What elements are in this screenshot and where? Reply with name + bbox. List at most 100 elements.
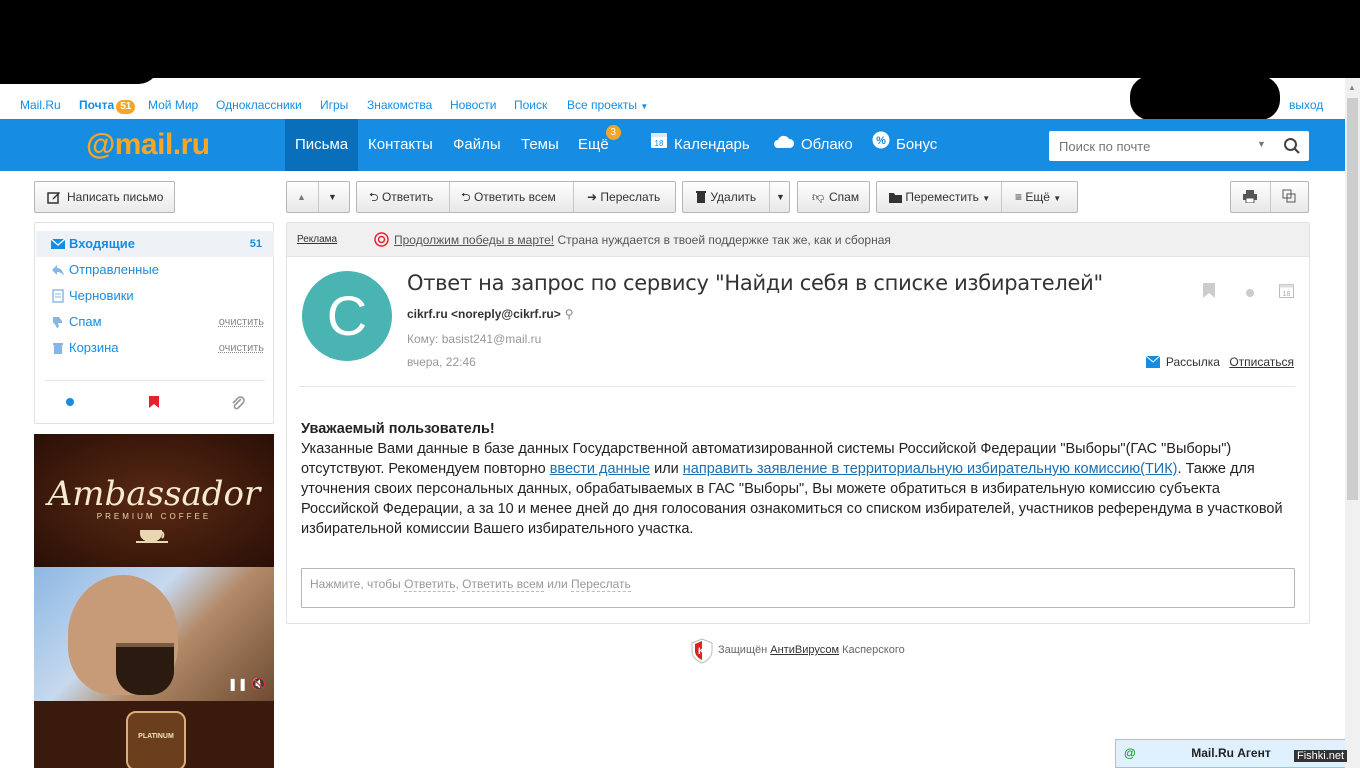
- divider: [45, 380, 265, 381]
- quick-reply-all-link[interactable]: Ответить всем: [462, 577, 544, 592]
- trash-icon: [53, 343, 63, 354]
- pochta-label: Почта: [79, 98, 115, 112]
- portal-link-mailru[interactable]: Mail.Ru: [20, 98, 61, 112]
- clear-trash-link[interactable]: очистить: [219, 335, 264, 361]
- compose-button[interactable]: Написать письмо: [34, 181, 175, 213]
- print-button[interactable]: [1243, 182, 1257, 212]
- promo-description: Страна нуждается в твоей поддержке так ж…: [557, 233, 891, 247]
- ad-product-panel: PLATINUM: [34, 701, 274, 768]
- forward-label: Переслать: [600, 190, 661, 204]
- filter-attachment-icon[interactable]: [230, 395, 246, 414]
- delete-button[interactable]: Удалить: [695, 182, 756, 212]
- enter-data-link[interactable]: ввести данные: [550, 461, 650, 477]
- magnifier-icon[interactable]: ⚲: [565, 307, 574, 321]
- nav-calendar-label: Календарь: [674, 136, 750, 153]
- delete-options-chevron-icon[interactable]: ▼: [776, 182, 785, 212]
- prev-next-group: ▲ ▼: [286, 181, 350, 213]
- unsubscribe-link[interactable]: Отписаться: [1229, 355, 1294, 369]
- folder-spam[interactable]: Спам очистить: [36, 309, 274, 335]
- mailru-logo[interactable]: @mail.ru: [86, 128, 210, 162]
- target-icon: [374, 232, 389, 247]
- thumbs-down-icon: [53, 317, 62, 328]
- mailing-info: Рассылка Отписаться: [1145, 355, 1294, 369]
- message-sender[interactable]: cikrf.ru <noreply@cikrf.ru> ⚲: [407, 307, 574, 321]
- scrollbar-thumb[interactable]: [1347, 98, 1358, 500]
- filter-unread-dot-icon[interactable]: [65, 395, 75, 410]
- filter-flagged-icon[interactable]: [147, 395, 161, 412]
- quick-reply-link[interactable]: Ответить: [404, 577, 456, 592]
- reply-group: ⮌ Ответить ⮌ Ответить всем ➜ Переслать: [356, 181, 676, 213]
- nav-bonus[interactable]: % Бонус: [862, 119, 947, 171]
- sender-avatar: C: [302, 271, 392, 361]
- nav-cloud[interactable]: Облако: [763, 119, 863, 171]
- nav-calendar[interactable]: 18 Календарь: [640, 119, 760, 171]
- page-scrollbar[interactable]: ▲: [1345, 78, 1360, 768]
- portal-link-search[interactable]: Поиск: [514, 98, 547, 112]
- submit-application-link[interactable]: направить заявление в территориальную из…: [683, 461, 1178, 477]
- clear-spam-link[interactable]: очистить: [219, 309, 264, 335]
- logout-link[interactable]: выход: [1289, 98, 1323, 112]
- message-greeting: Уважаемый пользователь!: [301, 421, 495, 437]
- portal-link-pochta[interactable]: Почта 51: [79, 98, 136, 114]
- nav-themes[interactable]: Темы: [511, 119, 569, 171]
- sent-arrow-icon: [52, 265, 64, 276]
- folder-inbox[interactable]: Входящие 51: [36, 231, 274, 257]
- promo-link[interactable]: Продолжим победы в марте!: [394, 233, 554, 247]
- quick-reply-box[interactable]: Нажмите, чтобы Ответить, Ответить всем и…: [301, 568, 1295, 608]
- folder-trash[interactable]: Корзина очистить: [36, 335, 274, 361]
- nav-files[interactable]: Файлы: [443, 119, 511, 171]
- quick-forward-link[interactable]: Переслать: [571, 577, 631, 592]
- reply-label: Ответить: [381, 190, 434, 204]
- message-time: вчера, 22:46: [407, 355, 476, 369]
- add-to-calendar-icon[interactable]: 18: [1279, 283, 1294, 302]
- toggle-view-button[interactable]: [1282, 182, 1296, 212]
- reply-button[interactable]: ⮌ Ответить: [369, 182, 433, 212]
- message-recipient: Кому: basist241@mail.ru: [407, 332, 542, 346]
- portal-link-news[interactable]: Новости: [450, 98, 496, 112]
- nav-contacts[interactable]: Контакты: [358, 119, 443, 171]
- bonus-percent-icon: %: [872, 119, 890, 171]
- more-actions-button[interactable]: ≡ Ещё ▼: [1015, 182, 1061, 212]
- bookmark-flag-icon[interactable]: [1203, 283, 1215, 302]
- search-options-chevron-icon[interactable]: ▼: [1257, 139, 1266, 149]
- portal-link-ok[interactable]: Одноклассники: [216, 98, 302, 112]
- message-card: Реклама Продолжим победы в марте! Страна…: [286, 222, 1310, 624]
- folder-sent[interactable]: Отправленные: [36, 257, 274, 283]
- portal-link-moi-mir[interactable]: Мой Мир: [148, 98, 198, 112]
- nav-more-badge: 3: [605, 125, 621, 140]
- trash-icon: [696, 191, 706, 203]
- move-button[interactable]: Переместить ▼: [889, 182, 990, 212]
- antivirus-link[interactable]: АнтиВирусом: [770, 644, 839, 656]
- agent-at-icon: @: [1124, 746, 1136, 760]
- delete-group: Удалить ▼: [682, 181, 790, 213]
- scroll-up-arrow-icon[interactable]: ▲: [1348, 83, 1356, 92]
- nav-more[interactable]: Ещё 3: [568, 119, 621, 171]
- draft-icon: [52, 289, 64, 303]
- search-input[interactable]: [1049, 131, 1249, 161]
- portal-link-games[interactable]: Игры: [320, 98, 348, 112]
- spam-button[interactable]: 👎︎ Спам: [797, 181, 870, 213]
- ad-cup: [116, 643, 174, 695]
- read-status-dot-icon[interactable]: [1245, 285, 1255, 302]
- prev-message-arrow-icon[interactable]: ▲: [297, 182, 306, 212]
- forward-button[interactable]: ➜ Переслать: [587, 182, 660, 212]
- folder-drafts[interactable]: Черновики: [36, 283, 274, 309]
- nav-letters[interactable]: Письма: [285, 119, 359, 171]
- sender-address: cikrf.ru <noreply@cikrf.ru>: [407, 307, 561, 321]
- search-icon[interactable]: [1283, 137, 1301, 155]
- next-message-arrow-icon[interactable]: ▼: [328, 182, 337, 212]
- sidebar-ad-banner[interactable]: Ambassador PREMIUM COFFEE ❚❚ 🔇 PLATINUM: [34, 434, 274, 768]
- portal-link-dating[interactable]: Знакомства: [367, 98, 432, 112]
- kaspersky-notice: K Защищён АнтиВирусом Касперского: [690, 636, 905, 664]
- pochta-count-badge: 51: [116, 100, 136, 114]
- portal-link-all-projects[interactable]: Все проекты ▼: [567, 98, 648, 112]
- pencil-icon: [47, 192, 60, 204]
- divider: [573, 182, 574, 212]
- ad-video-controls[interactable]: ❚❚ 🔇: [228, 677, 266, 691]
- reply-all-button[interactable]: ⮌ Ответить всем: [461, 182, 556, 212]
- print-view-group: [1230, 181, 1309, 213]
- ad-product-name: PLATINUM: [138, 733, 174, 740]
- nav-more-label: Ещё: [578, 136, 609, 153]
- ad-label[interactable]: Реклама: [297, 223, 337, 257]
- folder-list: Входящие 51 Отправленные Черновики Спам …: [34, 222, 274, 424]
